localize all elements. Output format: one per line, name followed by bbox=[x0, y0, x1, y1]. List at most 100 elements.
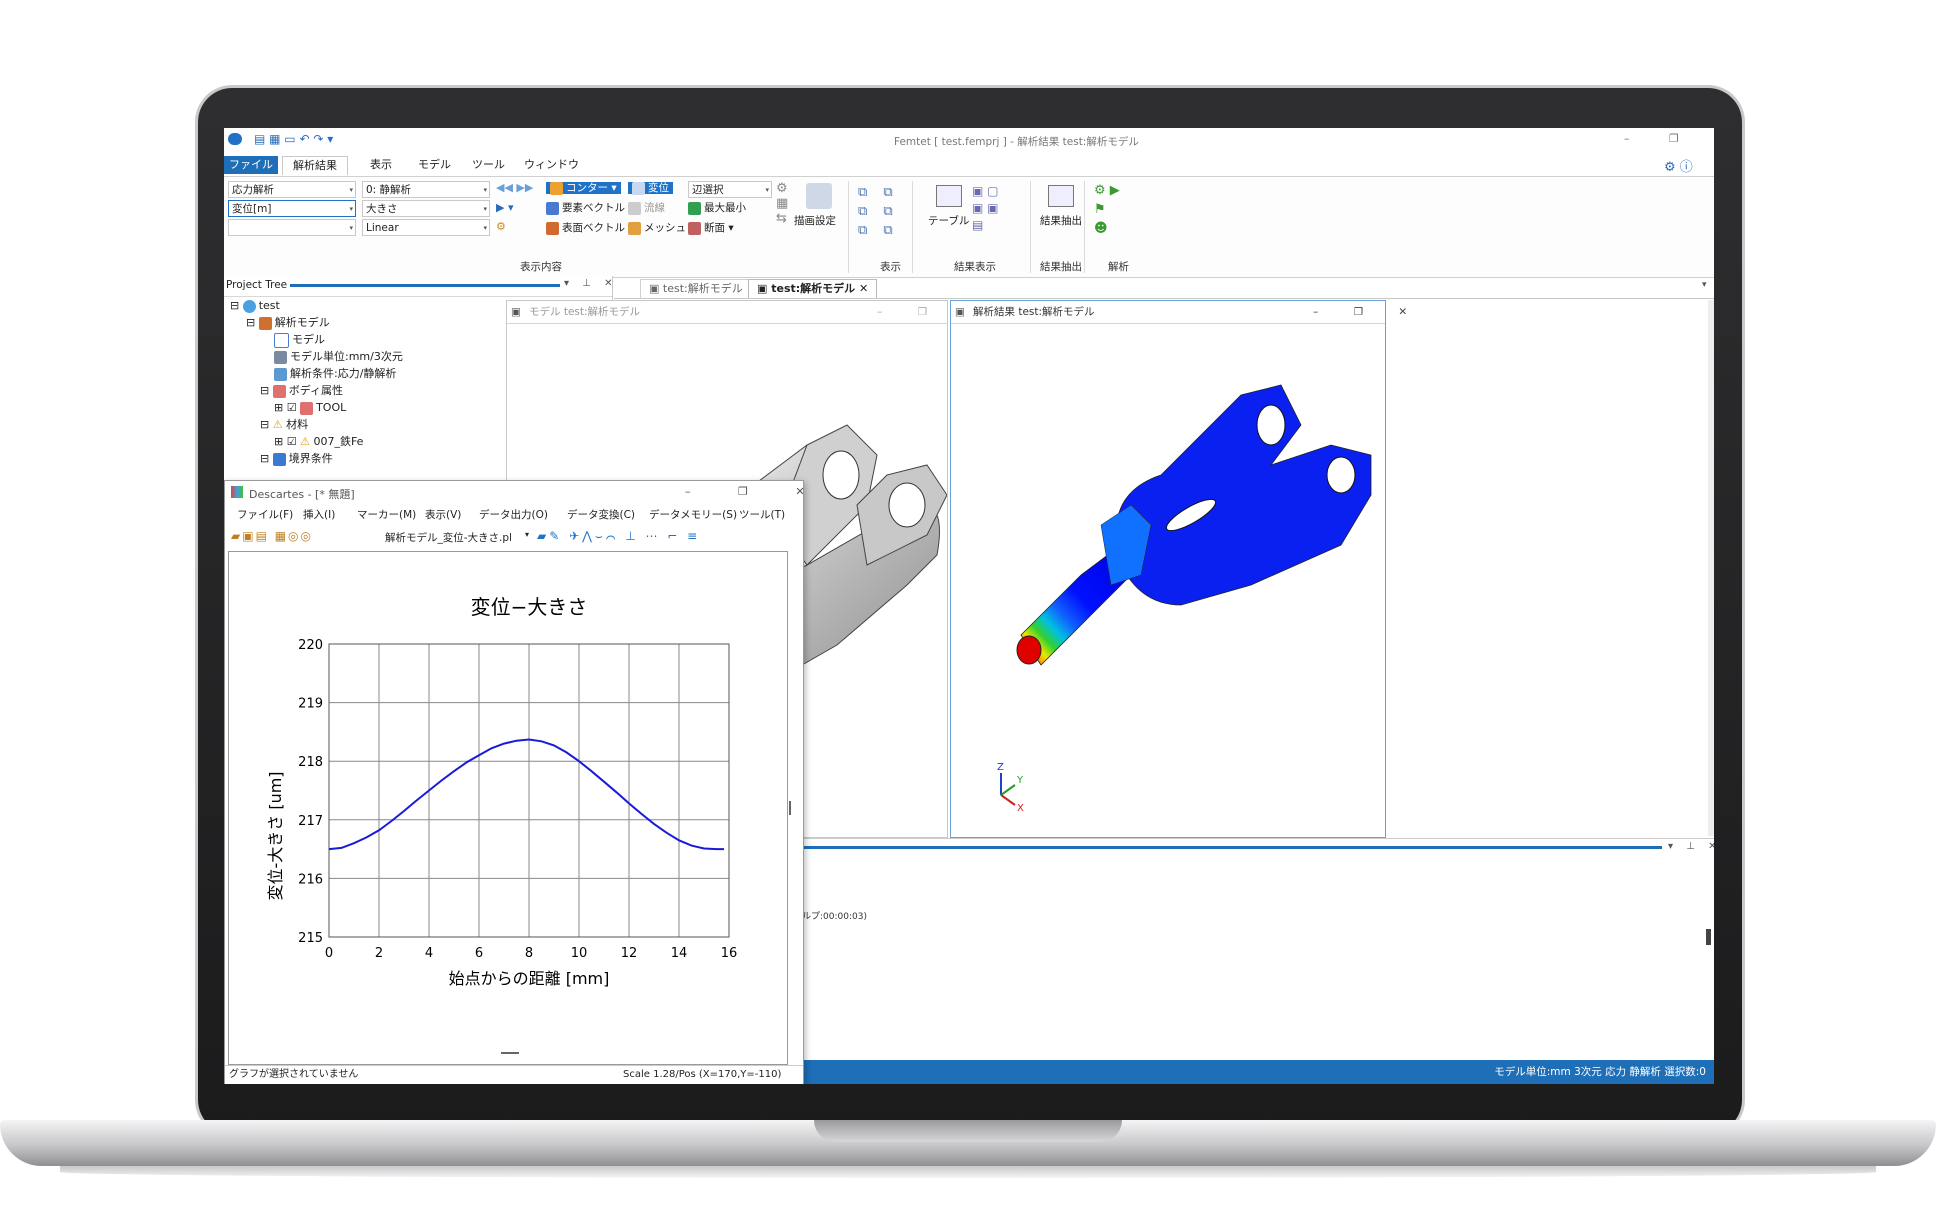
step-nav-icons[interactable]: ◀◀ ▶▶ bbox=[496, 181, 533, 194]
tree-header-controls[interactable]: ▾ ⊥ ✕ bbox=[564, 278, 617, 289]
deform-icon bbox=[632, 181, 645, 195]
menu-view[interactable]: 表示(V) bbox=[425, 507, 461, 522]
screen: ▤ ▦ ▭ ↶ ↷ ▾ Femtet [ test.femprj ] - 解析結… bbox=[224, 128, 1714, 1084]
quick-access-icons[interactable]: ▤ ▦ ▭ ↶ ↷ ▾ bbox=[254, 132, 333, 146]
extract-icon bbox=[1048, 185, 1074, 207]
window-controls[interactable]: – ❐ ✕ bbox=[1624, 132, 1714, 145]
descartes-menubar: ファイル(F) 挿入(I) マーカー(M) 表示(V) データ出力(O) データ… bbox=[225, 507, 803, 525]
chart-x-label: 始点からの距離 [mm] bbox=[449, 969, 610, 988]
tab-results[interactable]: 解析結果 bbox=[282, 156, 348, 175]
tree-item-condition[interactable]: 解析条件:応力/静解析 bbox=[274, 366, 396, 382]
tree-item-boundary[interactable]: ⊟ 境界条件 bbox=[260, 451, 333, 467]
ribbon: 応力解析 ▾ 0: 静解析 ▾ 変位[m] ▾ 大きさ ▾ ▾ Linear ▾ ◀◀ ▶… bbox=[224, 176, 1714, 278]
tree-item-iron[interactable]: ⊞ ☑ ⚠ 007_鉄Fe bbox=[274, 434, 363, 450]
tree-item-tool[interactable]: ⊞ ☑ TOOL bbox=[274, 400, 346, 416]
extract-button[interactable]: 結果抽出 bbox=[1040, 213, 1082, 229]
x-tick-label: 8 bbox=[525, 946, 533, 961]
edge-select-combo[interactable]: 辺選択 ▾ bbox=[688, 181, 772, 198]
quantity-combo[interactable]: 変位[m] ▾ bbox=[228, 200, 356, 217]
tree-item-unit[interactable]: モデル単位:mm/3次元 bbox=[274, 349, 403, 365]
surface-vector-button[interactable]: 表面ベクトル bbox=[546, 220, 625, 236]
menu-data-output[interactable]: データ出力(O) bbox=[479, 507, 548, 522]
output-header-controls[interactable]: ▾ ⊥ ✕ bbox=[1668, 841, 1714, 852]
mesh-button[interactable]: メッシュ bbox=[628, 220, 686, 236]
tab-tools[interactable]: ツール bbox=[462, 156, 515, 174]
step-value: 0: 静解析 bbox=[366, 184, 412, 196]
descartes-toolbar: ▰▣▤ ▦◎◎ 解析モデル_変位-大きさ.pl ▾ ▰✎ ✈⋀⌣⌒ ⊥ ⋯ ⌐ … bbox=[225, 527, 803, 549]
warning-icon: ⚠ bbox=[272, 418, 283, 431]
section-button[interactable]: 断面 ▾ bbox=[688, 220, 734, 236]
play-icon[interactable]: ▶ ▾ bbox=[496, 201, 513, 214]
max-min-label: 最大最小 bbox=[704, 202, 746, 214]
flow-button[interactable]: 流線 bbox=[628, 200, 665, 216]
window-title: Femtet [ test.femprj ] - 解析結果 test:解析モデル bbox=[894, 136, 1139, 148]
tree-item-body-attr[interactable]: ⊟ ボディ属性 bbox=[260, 383, 343, 399]
help-icon[interactable]: ⚙ ⓘ bbox=[1664, 156, 1693, 175]
menu-file[interactable]: ファイル(F) bbox=[237, 507, 293, 522]
analysis-icons[interactable]: ⚙ ▶ ⚑ ☻ bbox=[1094, 181, 1120, 238]
tree-header-bar bbox=[290, 284, 560, 287]
output-scroll-thumb[interactable] bbox=[1706, 929, 1711, 945]
pane-controls[interactable]: – ❐ ✕ bbox=[1313, 301, 1423, 323]
close-icon[interactable]: ✕ bbox=[859, 282, 868, 295]
doc-tab-model[interactable]: ▣ test:解析モデル bbox=[640, 279, 752, 298]
tree-item-test[interactable]: ⊟ test bbox=[230, 298, 280, 314]
tree-item-model[interactable]: モデル bbox=[274, 332, 325, 348]
laptop-foot bbox=[60, 1166, 1876, 1178]
x-tick-label: 12 bbox=[621, 946, 638, 961]
menu-tools[interactable]: ツール(T) bbox=[739, 507, 785, 522]
laptop-notch bbox=[814, 1120, 1122, 1142]
component-combo[interactable]: 大きさ ▾ bbox=[362, 200, 490, 217]
element-vector-button[interactable]: 要素ベクトル bbox=[546, 200, 625, 216]
model-pane-header: ▣ モデル test:解析モデル – ❐ ✕ bbox=[507, 301, 971, 324]
max-min-button[interactable]: 最大最小 bbox=[688, 200, 746, 216]
tree-item-material[interactable]: ⊟ ⚠ 材料 bbox=[260, 417, 308, 433]
output-pane: ▾ ⊥ ✕ ルプ:00:00:03) bbox=[802, 838, 1714, 1061]
tab-window[interactable]: ウィンドウ bbox=[514, 156, 589, 174]
result-shaft-end bbox=[1016, 635, 1042, 665]
chevron-down-icon[interactable]: ▾ bbox=[525, 530, 529, 539]
tab-view[interactable]: 表示 bbox=[360, 156, 402, 174]
menu-data-memory[interactable]: データメモリー(S) bbox=[649, 507, 737, 522]
body-attr-icon bbox=[272, 384, 286, 398]
step-combo[interactable]: 0: 静解析 ▾ bbox=[362, 181, 490, 198]
chart-toolbar-icons[interactable]: ▰✎ ✈⋀⌣⌒ ⊥ ⋯ ⌐ ≡ bbox=[537, 529, 700, 544]
contour-button[interactable]: コンター ▾ bbox=[546, 180, 621, 196]
view-icons[interactable]: ⧉ ⧉ ⧉ ⧉ ⧉ ⧉ bbox=[858, 183, 899, 240]
scale-combo[interactable]: Linear ▾ bbox=[362, 219, 490, 236]
deform-button[interactable]: 変位 bbox=[628, 180, 673, 196]
descartes-file-label[interactable]: 解析モデル_変位-大きさ.pl bbox=[385, 530, 512, 545]
tab-file[interactable]: ファイル bbox=[224, 156, 278, 174]
menu-marker[interactable]: マーカー(M) bbox=[357, 507, 416, 522]
table-icon bbox=[936, 185, 962, 207]
table-button[interactable]: テーブル bbox=[928, 213, 969, 229]
result-icons[interactable]: ▣ ▢ ▣ ▣ ▤ bbox=[972, 183, 999, 234]
tree-item-analysis-model[interactable]: ⊟ 解析モデル bbox=[246, 315, 330, 331]
tab-model[interactable]: モデル bbox=[408, 156, 461, 174]
axis-triad: Z Y X bbox=[997, 762, 1024, 814]
result-viewport[interactable]: Z Y X bbox=[951, 325, 1385, 835]
chart-area[interactable]: 変位−大きさ 始点からの距離 [mm] 変位-大きさ [um] 0 2 4 6 8 10 1… bbox=[228, 551, 788, 1065]
tabs-dropdown-icon[interactable]: ▾ bbox=[1702, 280, 1707, 290]
x-tick-label: 10 bbox=[571, 946, 588, 961]
vector-icon bbox=[546, 201, 559, 215]
descartes-window-controls[interactable]: – ❐ ✕ bbox=[685, 485, 827, 498]
side-icons[interactable]: ⚙ ▦ ⇆ bbox=[776, 181, 788, 226]
tree-label: モデル bbox=[292, 333, 325, 346]
menu-insert[interactable]: 挿入(I) bbox=[303, 507, 335, 522]
ribbon-separator bbox=[848, 181, 849, 273]
flow-icon bbox=[628, 201, 641, 215]
draw-settings-button[interactable]: 描画設定 bbox=[794, 213, 836, 229]
splitter-handle[interactable] bbox=[789, 801, 791, 815]
contour-icon bbox=[550, 181, 563, 195]
file-toolbar-icons[interactable]: ▰▣▤ ▦◎◎ bbox=[231, 529, 313, 543]
doc-tab-result[interactable]: ▣ test:解析モデル ✕ bbox=[748, 279, 878, 298]
menu-data-convert[interactable]: データ変換(C) bbox=[567, 507, 635, 522]
settings-icon[interactable]: ⚙ bbox=[496, 220, 506, 233]
analysis-combo[interactable]: 応力解析 ▾ bbox=[228, 181, 356, 198]
resize-handle[interactable] bbox=[501, 1052, 519, 1054]
empty-combo[interactable]: ▾ bbox=[228, 219, 356, 236]
condition-icon bbox=[274, 367, 287, 381]
axis-z-label: Z bbox=[997, 762, 1004, 773]
vertical-scrollbar[interactable] bbox=[1708, 300, 1714, 836]
